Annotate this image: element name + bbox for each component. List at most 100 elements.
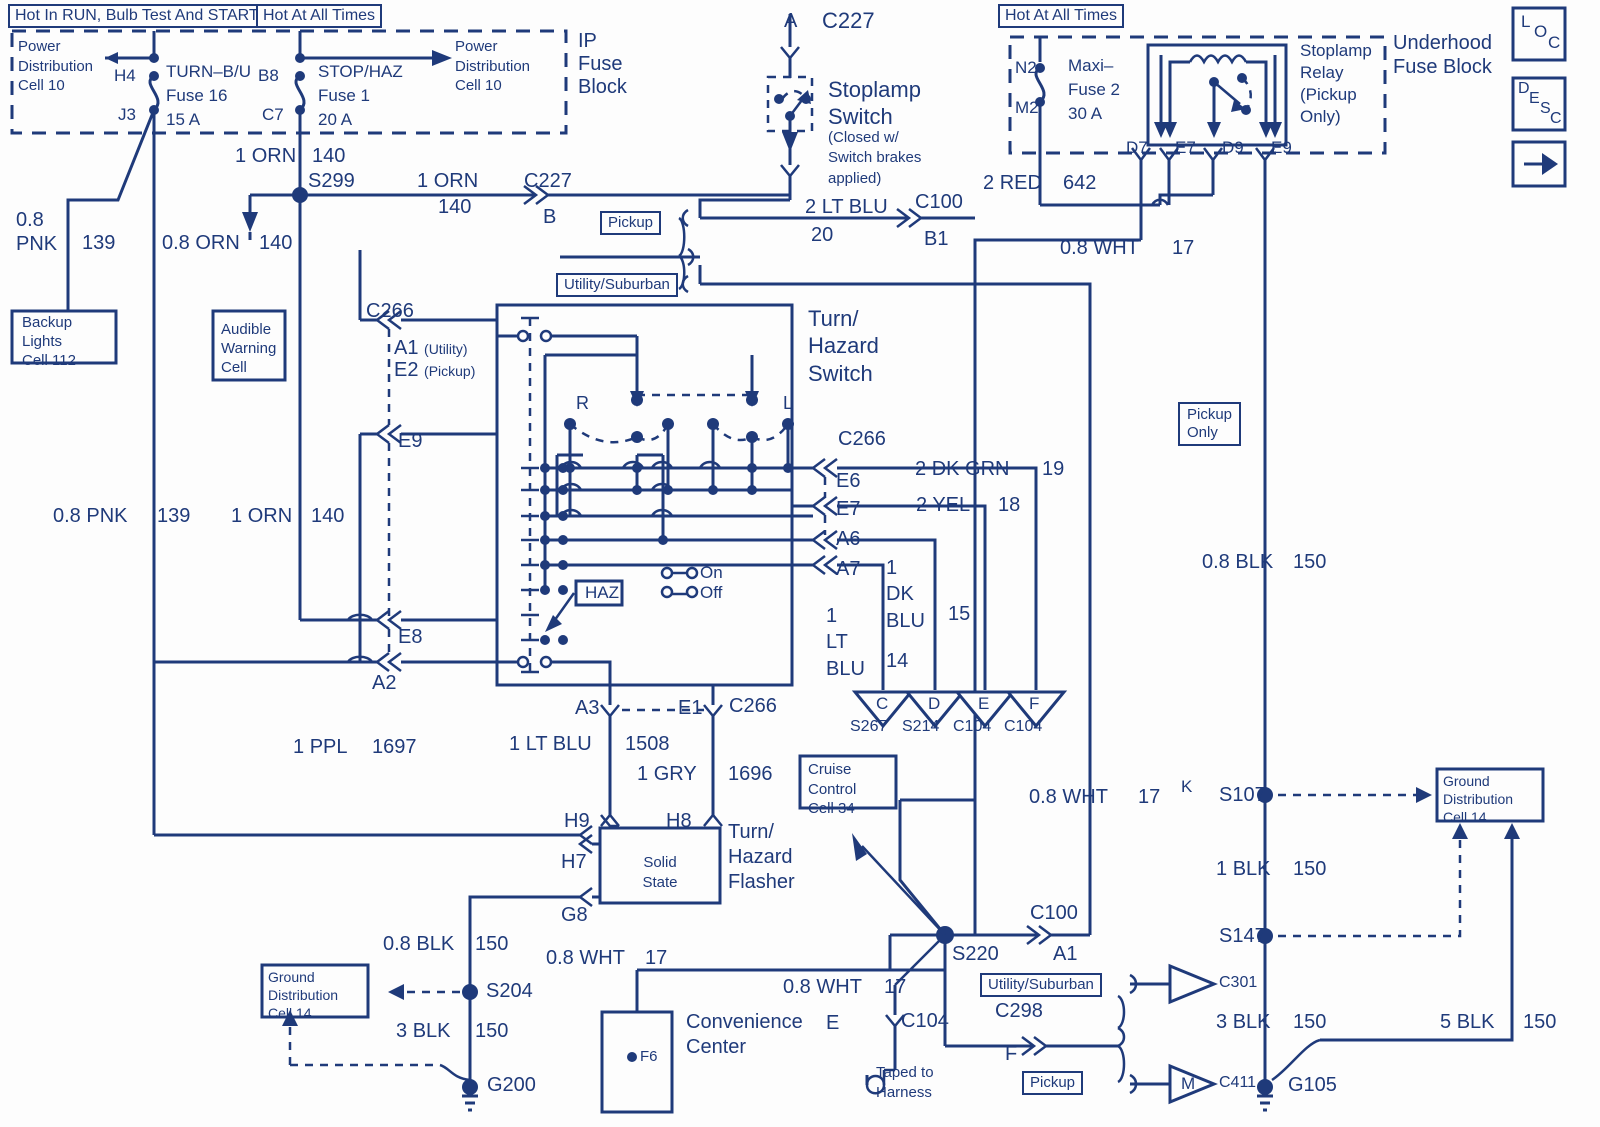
wire-circuit-w19: 150 xyxy=(475,933,509,955)
convenience-center-box xyxy=(600,1010,674,1114)
backup-lights-label: Backup Lights Cell 112 xyxy=(22,314,76,370)
pin-h7: H7 xyxy=(561,851,587,873)
taped-to-harness-label: Taped to Harness xyxy=(876,1064,934,1101)
stoplamp-switch-note: (Closed w/Switch brakes applied) xyxy=(828,129,922,187)
diagram-canvas xyxy=(10,6,1567,1114)
wire-label-w9: 0.8 WHT xyxy=(1060,237,1139,259)
wire-circuit-w17: 1696 xyxy=(728,763,773,785)
wire-circuit-w15: 1697 xyxy=(372,736,417,758)
triangle-f-label: C104 xyxy=(1004,718,1043,735)
pin-b8: B8 xyxy=(258,66,279,85)
splice-s107-label: S107 xyxy=(1219,784,1266,806)
wire-circuit-w11: 18 xyxy=(998,494,1021,516)
pin-a2: A2 xyxy=(372,672,397,694)
wire-label-w19: 0.8 BLK xyxy=(383,933,455,955)
pin-h4: H4 xyxy=(114,66,136,85)
pin-e9-switch: E9 xyxy=(398,430,423,452)
pin-b-c227: B xyxy=(543,206,557,228)
fuse-16-label: TURN–B/U Fuse 16 15 A xyxy=(166,62,252,129)
connector-c298-label: C298 xyxy=(995,1000,1043,1022)
ground-g105-dot xyxy=(1257,1079,1273,1095)
pin-d9: D9 xyxy=(1222,138,1244,157)
audible-warning-label: Audible Warning Cell xyxy=(221,321,277,377)
wire-label-w6: 1 ORN xyxy=(231,505,293,527)
pin-e2-pickup: E2 (Pickup) xyxy=(394,359,476,381)
wire-circuit-w16: 1508 xyxy=(625,733,670,755)
wire-circuit-w23: 150 xyxy=(1293,858,1327,880)
triangle-d-letter: D xyxy=(928,694,941,713)
turn-hazard-switch-box xyxy=(495,303,794,687)
wire-circuit-w9: 17 xyxy=(1172,237,1195,259)
desc-letter-c: C xyxy=(1550,110,1562,127)
turn-hazard-flasher-title: Turn/Hazard Flasher xyxy=(728,821,795,893)
pin-e6: E6 xyxy=(836,470,861,492)
desc-button[interactable]: D E S C xyxy=(1517,80,1565,130)
flag-hot-at-all-times-2: Hot At All Times xyxy=(998,4,1125,28)
triangle-f-letter: F xyxy=(1029,694,1040,713)
connector-c301-label: C301 xyxy=(1219,974,1258,991)
pin-f-c298: F xyxy=(1005,1043,1018,1065)
triangle-e-label: C104 xyxy=(953,718,992,735)
loc-button[interactable]: L O C xyxy=(1519,10,1563,58)
triangle-k-letter: K xyxy=(1181,777,1193,796)
stoplamp-relay-label: Stoplamp Relay (Pickup Only) xyxy=(1300,41,1372,127)
flag-pickup-2: Pickup xyxy=(1022,1071,1084,1095)
wire-circuit-w24: 150 xyxy=(1293,1011,1327,1033)
connector-c100-top-label: C100 xyxy=(915,191,963,213)
wire-label-w5: 0.8 PNK xyxy=(53,505,128,527)
fuse-f6-label: F6 xyxy=(640,1048,658,1065)
triangle-e-letter: E xyxy=(978,694,990,713)
wire-circuit-w13: 14 xyxy=(886,650,909,672)
loc-letter-l: L xyxy=(1521,12,1531,31)
wire-label-w4: 1 ORN xyxy=(417,170,479,192)
flag-hot-at-all-times-1: Hot At All Times xyxy=(256,4,383,28)
legend-off-label: Off xyxy=(700,583,723,602)
wire-circuit-w6: 140 xyxy=(311,505,345,527)
ip-fuse-block-title: IP Fuse Block xyxy=(578,30,627,99)
wire-label-w1: 0.8 PNK xyxy=(16,209,58,255)
wire-circuit-w8: 642 xyxy=(1063,172,1097,194)
wire-label-w3: 0.8 ORN xyxy=(162,232,240,254)
connector-c104-e-label: C104 xyxy=(901,1010,949,1032)
stoplamp-switch-label: Stoplamp Switch xyxy=(828,77,921,129)
wire-label-w7: 2 LT BLU xyxy=(805,196,888,218)
connector-c100-bottom-label: C100 xyxy=(1030,902,1078,924)
pin-a1-c100: A1 xyxy=(1053,943,1078,965)
pin-h8: H8 xyxy=(666,810,692,832)
wire-circuit-w3: 140 xyxy=(259,232,293,254)
wire-label-w10: 2 DK GRN xyxy=(915,458,1010,480)
ground-g200-dot xyxy=(462,1079,478,1095)
pin-e7: E7 xyxy=(836,498,861,520)
next-arrow-icon[interactable] xyxy=(1513,142,1565,186)
wire-circuit-w10: 19 xyxy=(1042,458,1065,480)
maxi-fuse-2-label: Maxi– Fuse 2 30 A xyxy=(1068,56,1120,123)
convenience-center-label: Convenience Center xyxy=(686,1011,803,1058)
pin-a1-utility: A1 (Utility) xyxy=(394,337,468,359)
pin-a3: A3 xyxy=(575,697,600,719)
pin-n2: N2 xyxy=(1015,58,1037,77)
wire-circuit-w22: 17 xyxy=(1138,786,1161,808)
haz-label: HAZ xyxy=(585,583,619,602)
connector-c266-right-label: C266 xyxy=(838,428,886,450)
wire-circuit-w4: 140 xyxy=(438,196,472,218)
splice-s204-dot xyxy=(462,984,478,1000)
wire-label-w11: 2 YEL xyxy=(916,494,971,516)
pin-a6: A6 xyxy=(836,528,861,550)
power-distribution-label-1: Power Distribution Cell 10 xyxy=(18,38,94,94)
pin-a-c227: A xyxy=(784,10,798,32)
flag-pickup-1: Pickup xyxy=(600,211,662,235)
cruise-control-label: Cruise Control Cell 34 xyxy=(808,761,857,817)
solid-state-label: Solid State xyxy=(642,854,678,891)
wire-label-w8: 2 RED xyxy=(983,172,1042,194)
wire-circuit-w7: 20 xyxy=(811,224,834,246)
triangle-c-letter: C xyxy=(876,694,889,713)
underhood-fuse-block-title: Underhood Fuse Block xyxy=(1393,32,1492,78)
power-distribution-label-2: Power Distribution Cell 10 xyxy=(455,38,531,94)
ground-g105-label: G105 xyxy=(1288,1074,1337,1096)
ground-distribution-label-2: Ground Distribution Cell 14 xyxy=(1443,773,1514,826)
wire-circuit-w21: 17 xyxy=(884,976,907,998)
wire-label-w12-parts: 1 DK BLU xyxy=(886,557,925,632)
wire-label-w21: 0.8 WHT xyxy=(783,976,862,998)
wire-label-w16: 1 LT BLU xyxy=(509,733,592,755)
pin-j3: J3 xyxy=(118,105,136,124)
